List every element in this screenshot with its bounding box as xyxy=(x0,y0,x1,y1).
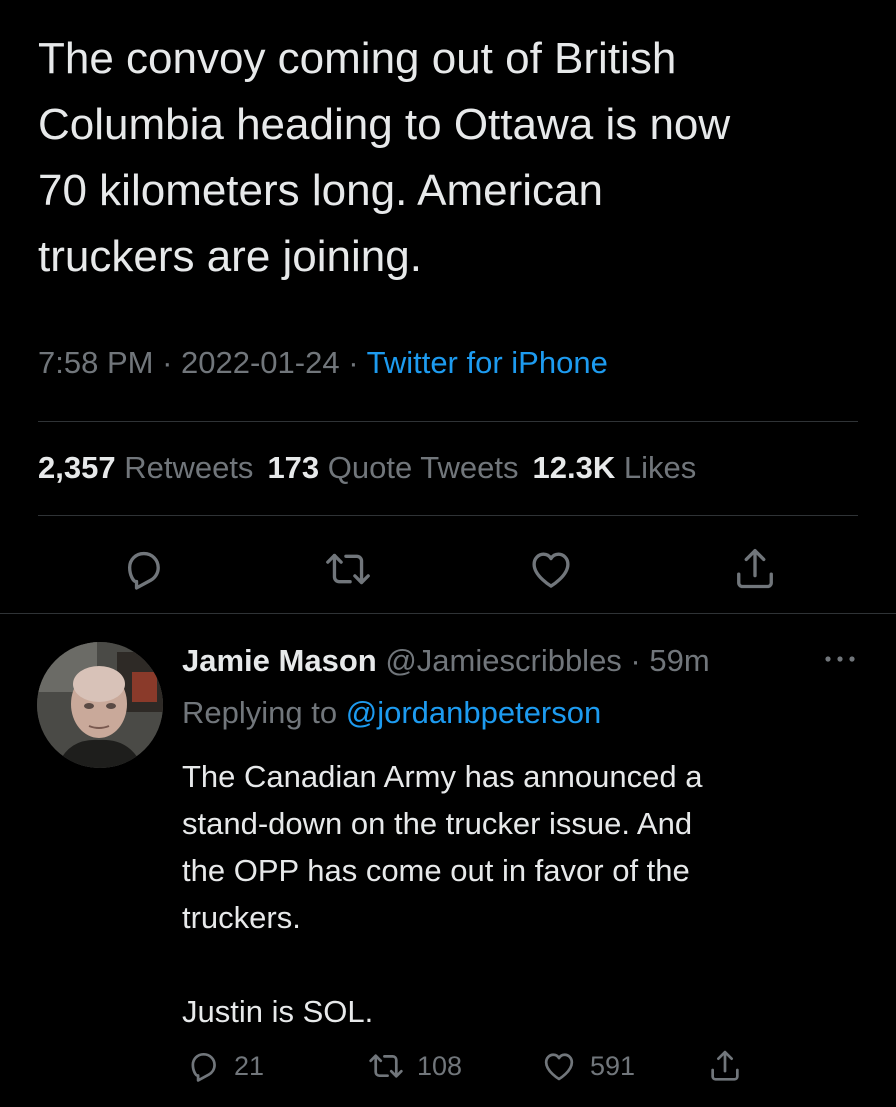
tweet-time[interactable]: 7:58 PM xyxy=(38,345,153,380)
likes-stat[interactable]: 12.3K Likes xyxy=(533,450,697,485)
retweets-count: 2,357 xyxy=(38,450,116,485)
reply-retweet-button[interactable]: 108 xyxy=(367,1045,462,1087)
heart-icon xyxy=(532,552,570,588)
reply-share-button[interactable] xyxy=(706,1045,756,1087)
reply-header: Jamie Mason @Jamiescribbles · 59m xyxy=(182,641,710,681)
share-button[interactable] xyxy=(730,544,780,594)
reply-icon xyxy=(127,551,160,590)
tweet-actions xyxy=(0,540,896,600)
more-icon xyxy=(825,656,855,662)
reply-age[interactable]: 59m xyxy=(649,643,709,678)
divider xyxy=(38,421,858,422)
reply-actions: 21 108 591 xyxy=(0,1045,896,1095)
reply-like-button[interactable]: 591 xyxy=(540,1045,635,1087)
author-handle[interactable]: @Jamiescribbles xyxy=(385,643,621,678)
retweet-icon xyxy=(369,1054,403,1078)
avatar-image xyxy=(37,642,163,768)
like-button[interactable] xyxy=(526,544,576,594)
reply-text: The Canadian Army has announced a stand-… xyxy=(182,759,703,1029)
tweet-meta: 7:58 PM · 2022-01-24 · Twitter for iPhon… xyxy=(38,345,608,381)
divider xyxy=(0,613,896,614)
reply-tweet[interactable]: Jamie Mason @Jamiescribbles · 59m Replyi… xyxy=(0,615,896,1107)
retweets-stat[interactable]: 2,357 Retweets xyxy=(38,450,253,485)
avatar[interactable] xyxy=(37,642,163,768)
retweet-count: 108 xyxy=(417,1050,463,1081)
likes-label: Likes xyxy=(623,450,697,485)
tweet-date[interactable]: 2022-01-24 xyxy=(181,345,340,380)
tweet-text: The convoy coming out of British Columbi… xyxy=(38,34,731,281)
heart-icon xyxy=(544,1053,574,1081)
replying-label: Replying to xyxy=(182,695,338,730)
quote-tweets-label: Quote Tweets xyxy=(327,450,519,485)
likes-count: 12.3K xyxy=(532,450,616,485)
author-name[interactable]: Jamie Mason xyxy=(182,643,377,678)
reply-count: 21 xyxy=(234,1050,265,1081)
reply-reply-button[interactable]: 21 xyxy=(184,1045,264,1087)
retweets-label: Retweets xyxy=(124,450,254,485)
main-tweet: The convoy coming out of British Columbi… xyxy=(0,0,896,614)
divider xyxy=(38,515,858,516)
quote-tweets-stat[interactable]: 173 Quote Tweets xyxy=(267,450,518,485)
retweet-button[interactable] xyxy=(323,544,373,594)
quote-tweets-count: 173 xyxy=(267,450,320,485)
tweet-stats: 2,357 Retweets 173 Quote Tweets 12.3K Like… xyxy=(38,450,710,486)
meta-separator: · xyxy=(339,345,367,380)
replying-to: Replying to @jordanbpeterson xyxy=(182,693,601,733)
share-icon xyxy=(737,549,773,589)
more-button[interactable] xyxy=(820,647,860,671)
share-icon xyxy=(711,1050,739,1081)
reply-button[interactable] xyxy=(118,544,168,594)
retweet-icon xyxy=(326,553,370,585)
replying-mention-link[interactable]: @jordanbpeterson xyxy=(346,695,602,730)
meta-separator: · xyxy=(153,345,182,380)
reply-icon xyxy=(191,1052,216,1082)
like-count: 591 xyxy=(590,1050,636,1081)
header-separator: · xyxy=(621,643,650,678)
tweet-source-link[interactable]: Twitter for iPhone xyxy=(367,345,608,380)
